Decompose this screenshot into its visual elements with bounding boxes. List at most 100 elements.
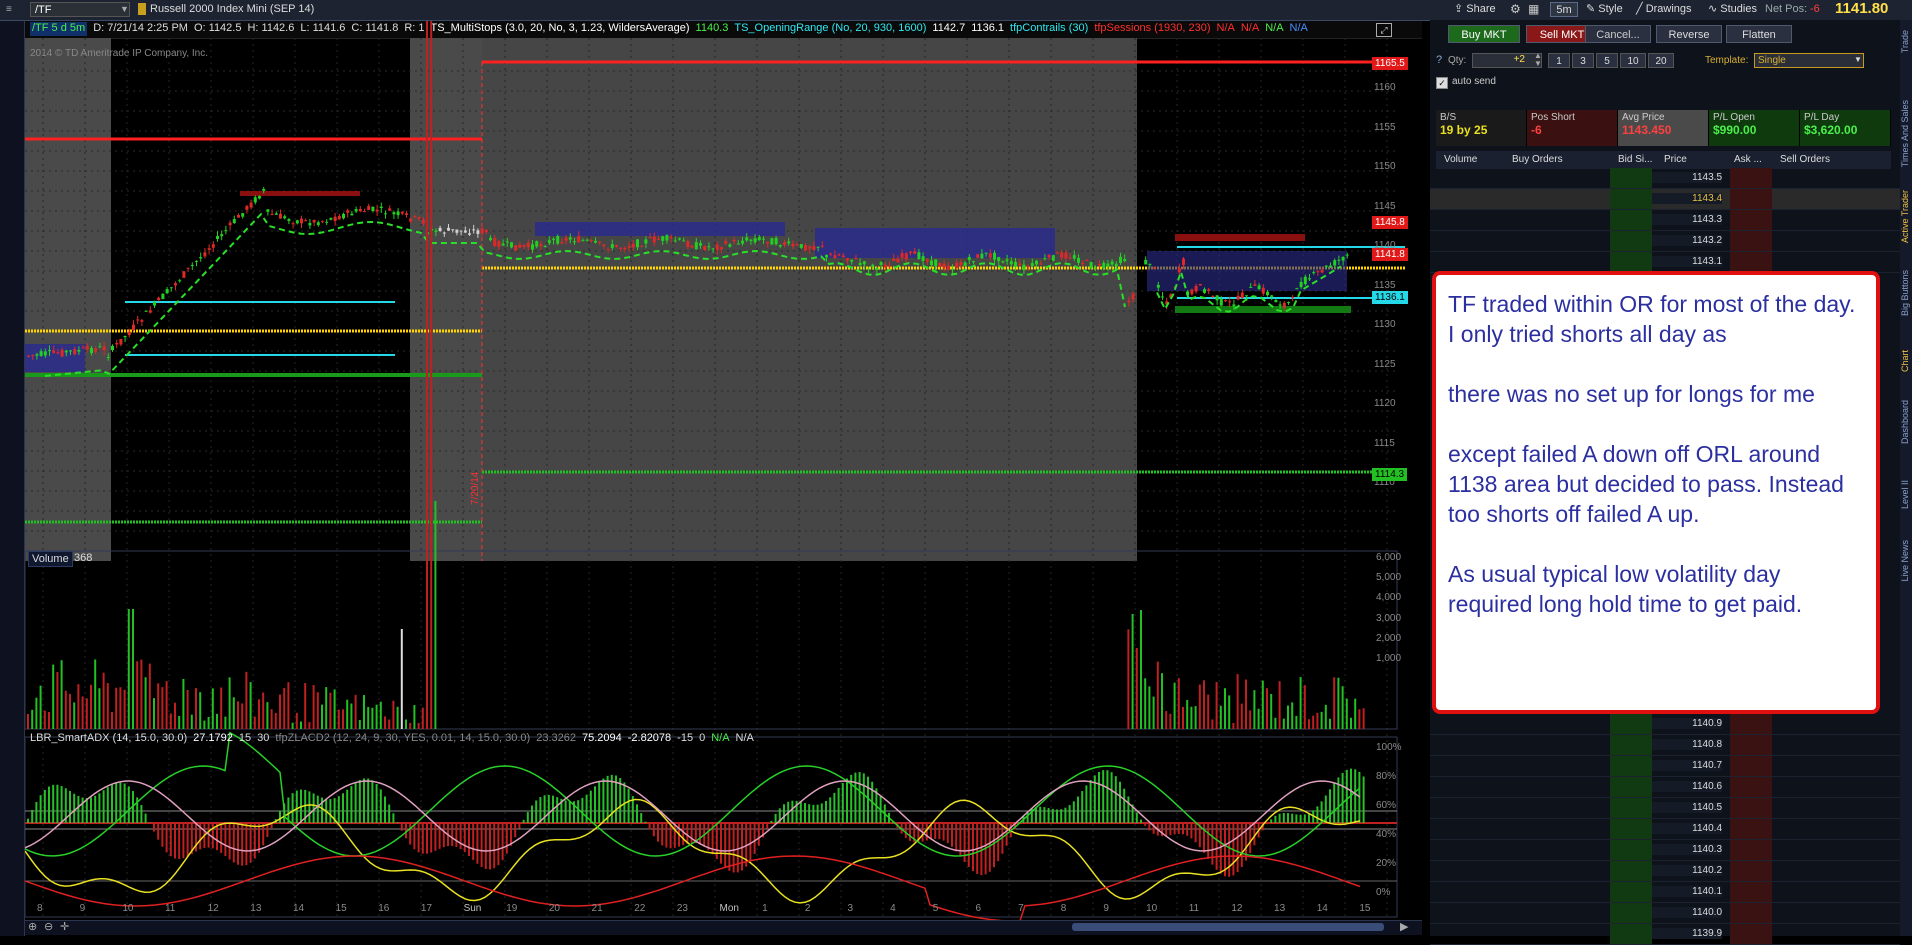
- ladder-row[interactable]: 1143.5: [1430, 168, 1900, 189]
- ladder-column-header[interactable]: Price: [1664, 154, 1687, 165]
- symbol-input[interactable]: /TF: [30, 2, 130, 17]
- ladder-row[interactable]: 1139.9: [1430, 924, 1900, 945]
- ladder-row[interactable]: 1140.0: [1430, 903, 1900, 924]
- ask-size-cell[interactable]: [1730, 840, 1772, 860]
- ladder-column-header[interactable]: Buy Orders: [1512, 154, 1563, 165]
- bid-size-cell[interactable]: [1610, 210, 1652, 230]
- qty-preset-button[interactable]: 10: [1620, 53, 1646, 68]
- bid-size-cell[interactable]: [1610, 861, 1652, 881]
- ladder-price[interactable]: 1143.5: [1652, 172, 1722, 183]
- timeframe-button[interactable]: 5m: [1550, 2, 1578, 17]
- side-tab[interactable]: Big Buttons: [1900, 270, 1912, 316]
- bid-size-cell[interactable]: [1610, 882, 1652, 902]
- ladder-row[interactable]: 1140.7: [1430, 756, 1900, 777]
- ladder-row[interactable]: 1140.4: [1430, 819, 1900, 840]
- ladder-row[interactable]: 1140.8: [1430, 735, 1900, 756]
- grid-icon[interactable]: ▦: [1528, 2, 1539, 16]
- ask-size-cell[interactable]: [1730, 903, 1772, 923]
- ask-size-cell[interactable]: [1730, 861, 1772, 881]
- bid-size-cell[interactable]: [1610, 231, 1652, 251]
- buy-mkt-button[interactable]: Buy MKT: [1448, 25, 1520, 43]
- symbol-dropdown-icon[interactable]: ▼: [120, 4, 129, 14]
- studies-button[interactable]: ∿ Studies: [1704, 2, 1761, 17]
- ladder-price[interactable]: 1140.3: [1652, 844, 1722, 855]
- ladder-row[interactable]: 1143.2: [1430, 231, 1900, 252]
- bid-size-cell[interactable]: [1610, 819, 1652, 839]
- bid-size-cell[interactable]: [1610, 798, 1652, 818]
- cancel-button[interactable]: Cancel...: [1585, 25, 1651, 43]
- ladder-column-header[interactable]: Ask ...: [1734, 154, 1762, 165]
- ask-size-cell[interactable]: [1730, 798, 1772, 818]
- ladder-price[interactable]: 1143.1: [1652, 256, 1722, 267]
- auto-send-checkbox[interactable]: ✓: [1436, 77, 1448, 89]
- bid-size-cell[interactable]: [1610, 840, 1652, 860]
- template-select[interactable]: Single: [1754, 53, 1864, 68]
- ask-size-cell[interactable]: [1730, 756, 1772, 776]
- side-tab[interactable]: Live News: [1900, 540, 1912, 582]
- ask-size-cell[interactable]: [1730, 210, 1772, 230]
- qty-preset-button[interactable]: 20: [1648, 53, 1674, 68]
- ladder-price[interactable]: 1140.7: [1652, 760, 1722, 771]
- ask-size-cell[interactable]: [1730, 777, 1772, 797]
- bid-size-cell[interactable]: [1610, 924, 1652, 944]
- ladder-price[interactable]: 1140.1: [1652, 886, 1722, 897]
- bid-size-cell[interactable]: [1610, 756, 1652, 776]
- side-tab[interactable]: Level II: [1900, 480, 1912, 509]
- template-dropdown-icon[interactable]: ▼: [1854, 55, 1862, 64]
- ask-size-cell[interactable]: [1730, 924, 1772, 944]
- ladder-column-header[interactable]: Bid Si...: [1618, 154, 1652, 165]
- style-button[interactable]: ✎ Style: [1582, 2, 1627, 17]
- ask-size-cell[interactable]: [1730, 882, 1772, 902]
- side-tab[interactable]: Active Trader: [1900, 190, 1912, 243]
- price-chart[interactable]: [25, 21, 1422, 936]
- ask-size-cell[interactable]: [1730, 189, 1772, 209]
- bid-size-cell[interactable]: [1610, 168, 1652, 188]
- scroll-right-icon[interactable]: ▶: [1400, 920, 1408, 933]
- ladder-row[interactable]: 1143.1: [1430, 252, 1900, 273]
- reverse-button[interactable]: Reverse: [1656, 25, 1722, 43]
- ladder-price[interactable]: 1140.8: [1652, 739, 1722, 750]
- ladder-row[interactable]: 1140.5: [1430, 798, 1900, 819]
- ladder-row[interactable]: 1140.6: [1430, 777, 1900, 798]
- side-tab[interactable]: Trade: [1900, 30, 1912, 53]
- ask-size-cell[interactable]: [1730, 819, 1772, 839]
- qty-stepper-icon[interactable]: ▲▼: [1534, 52, 1542, 68]
- qty-preset-button[interactable]: 1: [1548, 53, 1570, 68]
- side-tab[interactable]: Times And Sales: [1900, 100, 1912, 167]
- side-tab[interactable]: Dashboard: [1900, 400, 1912, 444]
- ladder-column-header[interactable]: Volume: [1444, 154, 1477, 165]
- ladder-price[interactable]: 1140.2: [1652, 865, 1722, 876]
- ladder-row[interactable]: 1140.2: [1430, 861, 1900, 882]
- zoom-in-icon[interactable]: ⊕: [28, 920, 37, 933]
- ask-size-cell[interactable]: [1730, 168, 1772, 188]
- qty-preset-button[interactable]: 3: [1572, 53, 1594, 68]
- ladder-price[interactable]: 1143.4: [1652, 193, 1722, 204]
- bid-size-cell[interactable]: [1610, 777, 1652, 797]
- ladder-price[interactable]: 1140.0: [1652, 907, 1722, 918]
- bid-size-cell[interactable]: [1610, 252, 1652, 272]
- ask-size-cell[interactable]: [1730, 252, 1772, 272]
- ladder-row[interactable]: 1143.3: [1430, 210, 1900, 231]
- ladder-price[interactable]: 1143.2: [1652, 235, 1722, 246]
- ladder-price[interactable]: 1140.5: [1652, 802, 1722, 813]
- scrollbar-thumb[interactable]: [1072, 923, 1384, 931]
- ladder-row[interactable]: 1140.9: [1430, 714, 1900, 735]
- ladder-price[interactable]: 1143.3: [1652, 214, 1722, 225]
- ladder-row[interactable]: 1143.4: [1430, 189, 1900, 210]
- ladder-column-header[interactable]: Sell Orders: [1780, 154, 1830, 165]
- ladder-price[interactable]: 1140.6: [1652, 781, 1722, 792]
- flatten-button[interactable]: Flatten: [1726, 25, 1792, 43]
- ladder-price[interactable]: 1140.9: [1652, 718, 1722, 729]
- menu-icon[interactable]: ≡: [6, 4, 20, 16]
- help-icon[interactable]: ?: [1436, 54, 1442, 66]
- ladder-price[interactable]: 1139.9: [1652, 928, 1722, 939]
- ladder-row[interactable]: 1140.1: [1430, 882, 1900, 903]
- settings-icon[interactable]: ⚙: [1510, 2, 1521, 16]
- ask-size-cell[interactable]: [1730, 714, 1772, 734]
- bid-size-cell[interactable]: [1610, 189, 1652, 209]
- crosshair-icon[interactable]: ✛: [60, 920, 69, 933]
- ask-size-cell[interactable]: [1730, 735, 1772, 755]
- qty-preset-button[interactable]: 5: [1596, 53, 1618, 68]
- zoom-out-icon[interactable]: ⊖: [44, 920, 53, 933]
- qty-input[interactable]: +2: [1472, 53, 1542, 68]
